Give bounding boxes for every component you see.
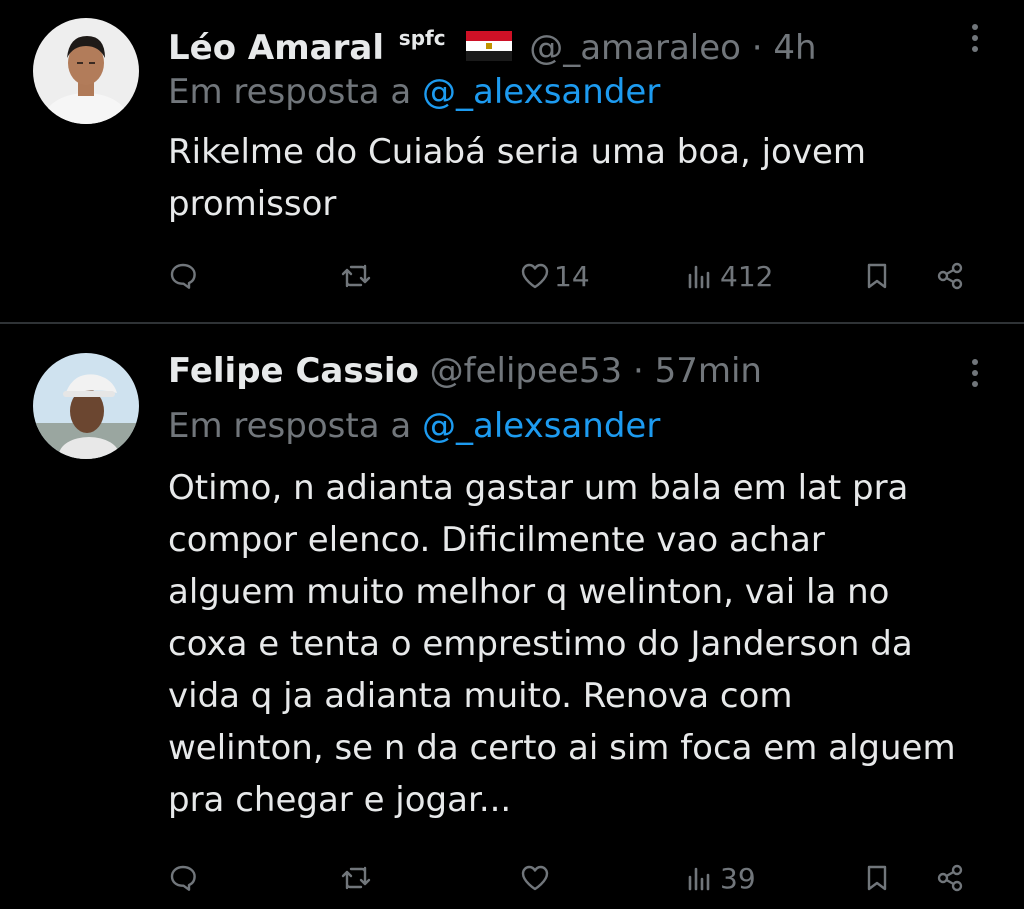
reply-prefix: Em resposta a [168,72,412,112]
retweet-button[interactable] [341,256,371,296]
reply-icon [170,263,196,289]
reply-prefix: Em resposta a [168,406,412,446]
reply-mention-link[interactable]: @_alexsander [422,406,660,446]
bookmark-button[interactable] [862,858,892,898]
display-name[interactable]: Léo Amaral [168,28,384,68]
more-options-icon[interactable] [972,359,980,392]
tweet-text-line: Otimo, n adianta gastar um bala em lat p… [168,468,909,508]
like-count: 14 [554,259,590,293]
avatar[interactable] [33,353,139,459]
share-icon [937,864,963,892]
views-button[interactable]: 412 [686,256,773,296]
tweet-text-line: Rikelme do Cuiabá seria uma boa, jovem [168,132,866,172]
avatar[interactable] [33,18,139,124]
user-handle[interactable]: @felipee53 [430,351,622,391]
reply-mention-link[interactable]: @_alexsander [422,72,660,112]
tweet-text-line: compor elenco. Dificilmente vao achar [168,520,825,560]
separator: · [751,28,763,68]
retweet-icon [341,866,371,890]
views-button[interactable]: 39 [686,858,756,898]
like-button[interactable] [520,858,554,898]
name-badge: spfc [398,26,446,50]
tweet-text-line: welinton, se n da certo ai sim foca em a… [168,728,956,768]
tweet-text-line: vida q ja adianta muito. Renova com [168,676,793,716]
egypt-flag-icon [466,30,513,61]
tweet[interactable]: Léo Amaral spfc @_amaraleo · 4h Em respo… [0,0,1024,323]
share-icon [937,262,963,290]
tweet-text-line: promissor [168,184,337,224]
tweet[interactable]: Felipe Cassio @felipee53 · 57min Em resp… [0,324,1024,909]
views-chart-icon [688,867,710,891]
retweet-button[interactable] [341,858,371,898]
tweet-text-line: pra chegar e jogar... [168,780,512,820]
action-bar: 14 412 [0,256,1024,296]
bookmark-icon [867,263,887,289]
heart-icon [521,263,549,289]
retweet-icon [341,264,371,288]
separator: · [632,351,644,391]
user-handle[interactable]: @_amaraleo [529,28,741,68]
bookmark-button[interactable] [862,256,892,296]
reply-context: Em resposta a @_alexsander [168,406,660,446]
reply-button[interactable] [168,858,198,898]
view-count: 39 [720,861,756,895]
tweet-text: Rikelme do Cuiabá seria uma boa, jovem p… [168,126,1008,230]
reply-icon [170,865,196,891]
tweet-header: Léo Amaral spfc @_amaraleo · 4h [168,18,817,68]
tweet-text-line: alguem muito melhor q welinton, vai la n… [168,572,890,612]
bookmark-icon [867,865,887,891]
reply-context: Em resposta a @_alexsander [168,72,660,112]
more-options-icon[interactable] [972,24,980,57]
tweet-text-line: coxa e tenta o emprestimo do Janderson d… [168,624,913,664]
share-button[interactable] [935,256,965,296]
reply-button[interactable] [168,256,198,296]
views-chart-icon [688,265,710,289]
share-button[interactable] [935,858,965,898]
view-count: 412 [720,259,774,293]
tweet-text: Otimo, n adianta gastar um bala em lat p… [168,462,1008,826]
timestamp[interactable]: 57min [655,351,762,391]
display-name[interactable]: Felipe Cassio [168,351,419,391]
like-button[interactable]: 14 [520,256,590,296]
heart-icon [521,865,549,891]
action-bar: 39 [0,858,1024,898]
tweet-header: Felipe Cassio @felipee53 · 57min [168,351,762,391]
timestamp[interactable]: 4h [773,28,816,68]
